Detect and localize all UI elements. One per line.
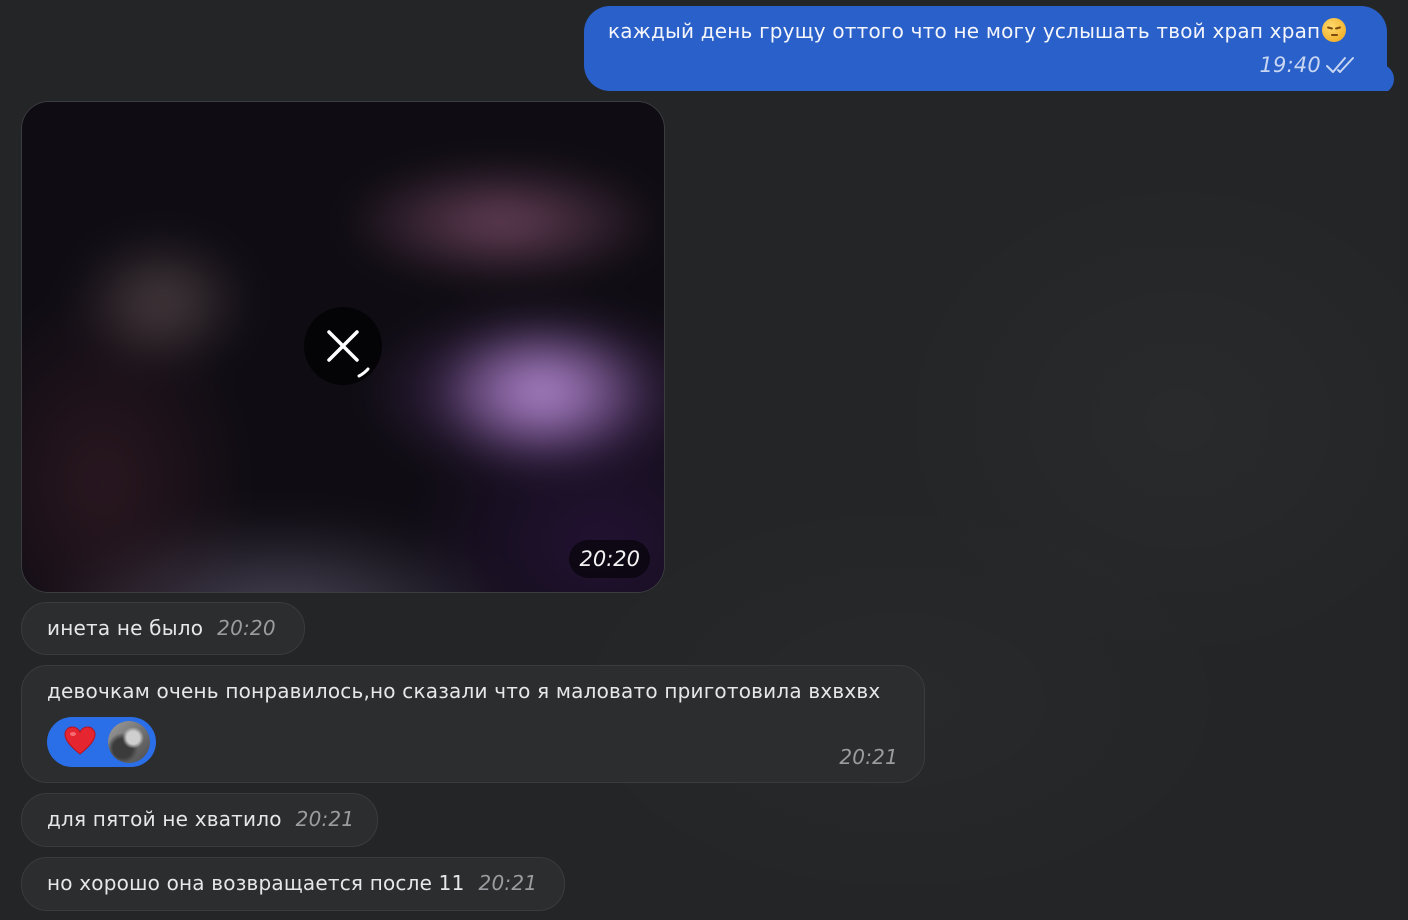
reaction-pill[interactable] [47,717,156,767]
video-message[interactable]: 20:20 [21,101,665,593]
message-text: но хорошо она возвращается после 11 [47,871,465,895]
outgoing-message-text-row: каждый день грущу оттого что не могу усл… [608,18,1347,44]
outgoing-message-meta: 19:40 [1259,52,1357,78]
message-time: 20:20 [217,616,276,640]
outgoing-message-text: каждый день грущу оттого что не могу усл… [608,19,1321,43]
close-icon [327,330,370,378]
video-time: 20:20 [569,540,650,578]
red-heart-icon [64,726,96,755]
message-time: 20:21 [478,871,538,895]
cancel-download-button[interactable] [304,307,382,385]
message-time: 20:21 [295,807,355,831]
outgoing-message[interactable]: каждый день грущу оттого что не могу усл… [584,6,1387,91]
incoming-message[interactable]: но хорошо она возвращается после 11 20:2… [21,857,565,911]
message-text: девочкам очень понравилось,но сказали чт… [47,679,881,703]
incoming-message[interactable]: для пятой не хватило 20:21 [21,793,378,847]
message-text: для пятой не хватило [47,807,282,831]
message-time: 20:21 [839,745,898,769]
incoming-message[interactable]: девочкам очень понравилось,но сказали чт… [21,665,925,783]
incoming-message[interactable]: инета не было 20:20 [21,602,305,655]
double-check-icon [1326,57,1354,73]
message-text: инета не было [47,616,204,640]
reactor-avatar[interactable] [108,721,150,763]
pensive-face-icon [1322,18,1347,42]
outgoing-message-time: 19:40 [1259,53,1321,77]
